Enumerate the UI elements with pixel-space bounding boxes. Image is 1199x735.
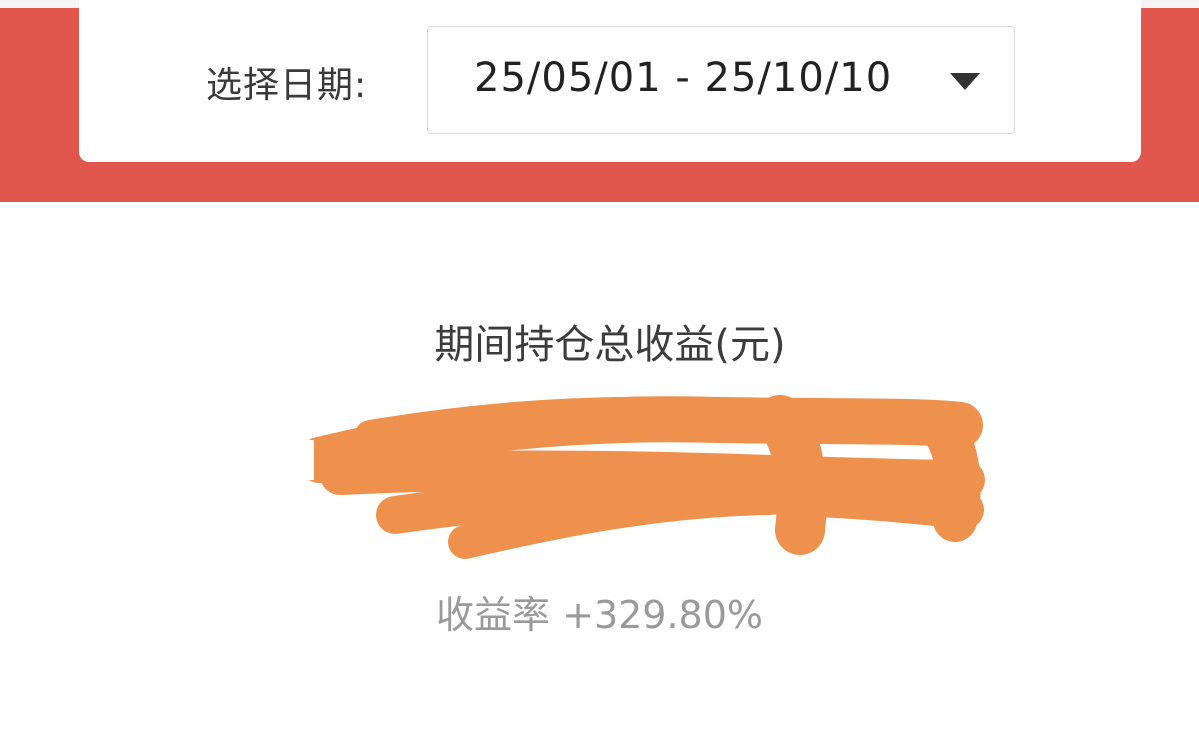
total-profit-title: 期间持仓总收益(元) bbox=[434, 322, 786, 368]
date-filter-label: 选择日期: bbox=[206, 65, 368, 106]
return-rate-label: 收益率 bbox=[436, 593, 551, 637]
return-rate-value: +329.80% bbox=[562, 593, 764, 637]
return-rate: 收益率 +329.80% bbox=[436, 584, 763, 639]
date-range-select[interactable]: 25/05/01 - 25/10/10 bbox=[427, 26, 1015, 134]
total-profit-amount bbox=[300, 380, 1000, 560]
date-range-value: 25/05/01 - 25/10/10 bbox=[474, 55, 893, 101]
redaction-scribble bbox=[300, 395, 985, 559]
caret-down-icon bbox=[950, 73, 980, 90]
